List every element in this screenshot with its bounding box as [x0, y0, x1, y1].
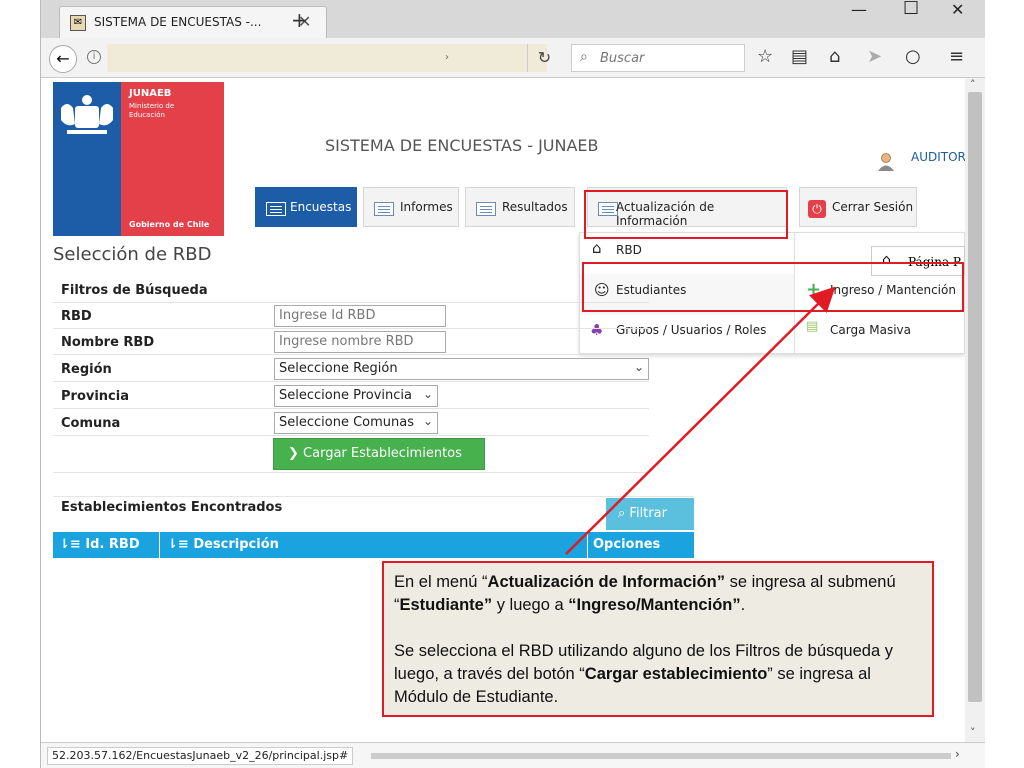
- callout-paragraph-2: Se selecciona el RBD utilizando alguno d…: [394, 642, 893, 706]
- col-id-rbd[interactable]: ⇂≡ Id. RBD: [59, 537, 140, 552]
- nombre-row: Nombre RBD Ingrese nombre RBD: [53, 329, 649, 355]
- user-icon: [878, 153, 894, 171]
- filtrar-button[interactable]: ⌕ Filtrar: [606, 498, 694, 530]
- search-input[interactable]: ⌕ Buscar: [571, 44, 745, 72]
- send-icon[interactable]: ➤: [867, 46, 882, 67]
- status-bar: 52.203.57.162/EncuestasJunaeb_v2_26/prin…: [41, 742, 985, 768]
- menu-list-icon: [374, 202, 394, 216]
- menu-icon[interactable]: ≡: [949, 46, 964, 67]
- chevron-down-icon: ⌄: [422, 387, 433, 401]
- logo-org: JUNAEB: [129, 88, 172, 99]
- tab-bar: ✉ SISTEMA DE ENCUESTAS -... ✕ + — ☐ ✕: [41, 0, 985, 38]
- instruction-callout: En el menú “Actualización de Información…: [382, 561, 934, 717]
- region-value: Seleccione Región: [279, 361, 398, 376]
- cargar-establecimientos-button[interactable]: ❯ Cargar Establecimientos: [273, 438, 485, 470]
- new-tab-icon[interactable]: +: [291, 8, 308, 32]
- browser-tab[interactable]: ✉ SISTEMA DE ENCUESTAS -... ✕: [59, 6, 327, 38]
- power-icon: ⏻: [808, 200, 826, 218]
- logo-ministry: Ministerio de Educación: [129, 102, 175, 119]
- filters-header-row: Filtros de Búsqueda: [53, 277, 649, 303]
- close-window-icon[interactable]: ✕: [951, 0, 964, 19]
- highlight-actualizacion: [584, 190, 788, 239]
- logo-red-panel: JUNAEB Ministerio de Educación Gobierno …: [121, 82, 224, 236]
- menu-resultados-label: Resultados: [502, 200, 568, 214]
- horizontal-scrollbar[interactable]: [371, 753, 951, 759]
- callout-paragraph-1: En el menú “Actualización de Información…: [394, 573, 896, 614]
- filters-header: Filtros de Búsqueda: [61, 283, 208, 298]
- page-title: Selección de RBD: [53, 244, 212, 265]
- spacer-row: [53, 471, 694, 497]
- chevron-down-icon: ⌄: [422, 414, 433, 428]
- minimize-icon[interactable]: —: [851, 0, 867, 19]
- tab-title: SISTEMA DE ENCUESTAS -...: [94, 15, 262, 29]
- menu-list-icon: [266, 202, 286, 216]
- upload-icon: ▤: [806, 319, 819, 334]
- nombre-input[interactable]: Ingrese nombre RBD: [274, 331, 446, 353]
- menu-encuestas-button[interactable]: Encuestas: [255, 187, 357, 227]
- nombre-label: Nombre RBD: [61, 335, 155, 350]
- region-label: Región: [61, 362, 112, 377]
- scroll-up-icon[interactable]: ˄: [970, 78, 976, 91]
- provincia-value: Seleccione Provincia: [279, 388, 412, 403]
- col-descripcion[interactable]: ⇂≡ Descripción: [167, 537, 279, 552]
- maximize-icon[interactable]: ☐: [903, 0, 919, 19]
- cargar-label: ❯ Cargar Establecimientos: [288, 446, 462, 461]
- menu-list-icon: [476, 202, 496, 216]
- provincia-row: Provincia Seleccione Provincia ⌄: [53, 383, 649, 409]
- home-icon[interactable]: ⌂: [829, 46, 840, 67]
- user-name[interactable]: AUDITOR: [911, 150, 965, 164]
- url-tail-icon: ›: [445, 52, 449, 63]
- reading-list-icon[interactable]: ▤: [791, 46, 808, 67]
- col-opciones: Opciones: [593, 537, 661, 552]
- rbd-label: RBD: [61, 309, 92, 324]
- vertical-scrollbar[interactable]: ˄ ˅: [965, 78, 985, 742]
- search-icon: ⌕: [580, 49, 588, 65]
- logo-government: Gobierno de Chile: [129, 220, 210, 229]
- results-title: Establecimientos Encontrados: [61, 500, 283, 515]
- logo-blue-panel: [53, 82, 121, 236]
- menu-cerrar-sesion-button[interactable]: ⏻ Cerrar Sesión: [799, 187, 917, 227]
- info-icon[interactable]: i: [87, 50, 101, 64]
- search-placeholder: Buscar: [600, 51, 645, 66]
- site-title: SISTEMA DE ENCUESTAS - JUNAEB: [325, 136, 599, 155]
- comuna-value: Seleccione Comunas: [279, 415, 415, 430]
- dropdown-carga[interactable]: Carga Masiva: [830, 323, 911, 337]
- col-separator: [587, 532, 588, 558]
- comuna-row: Comuna Seleccione Comunas ⌄: [53, 410, 649, 436]
- scroll-right-icon[interactable]: ›: [955, 747, 960, 761]
- filtrar-label: ⌕ Filtrar: [618, 506, 667, 521]
- menu-cerrar-label: Cerrar Sesión: [832, 200, 914, 214]
- col-separator: [159, 532, 160, 558]
- favicon-icon: ✉: [70, 15, 86, 31]
- comuna-label: Comuna: [61, 416, 121, 431]
- chat-icon[interactable]: ○: [905, 46, 921, 67]
- bookmark-star-icon[interactable]: ☆: [757, 46, 773, 67]
- home-icon: ⌂: [592, 239, 602, 257]
- menu-informes-label: Informes: [400, 200, 453, 214]
- navigation-bar: ← i › ↻ ⌕ Buscar ☆ ▤ ⌂ ➤ ○ ≡: [41, 38, 985, 78]
- menu-resultados-button[interactable]: Resultados: [465, 187, 575, 227]
- results-table-header: ⇂≡ Id. RBD ⇂≡ Descripción Opciones: [53, 532, 694, 558]
- url-bar[interactable]: [107, 44, 547, 72]
- rbd-row: RBD Ingrese Id RBD: [53, 303, 649, 329]
- region-row: Región Seleccione Región ⌄: [53, 356, 649, 382]
- back-icon[interactable]: ←: [49, 45, 77, 73]
- scrollbar-thumb[interactable]: [968, 92, 982, 702]
- highlight-estudiantes-ingreso: [582, 262, 964, 312]
- region-select[interactable]: Seleccione Región ⌄: [274, 358, 649, 380]
- reload-icon[interactable]: ↻: [527, 44, 561, 72]
- menu-encuestas-label: Encuestas: [290, 200, 352, 214]
- comuna-select[interactable]: Seleccione Comunas ⌄: [274, 412, 438, 434]
- menu-informes-button[interactable]: Informes: [363, 187, 459, 227]
- provincia-select[interactable]: Seleccione Provincia ⌄: [274, 385, 438, 407]
- junaeb-logo: JUNAEB Ministerio de Educación Gobierno …: [53, 82, 224, 236]
- dropdown-rbd[interactable]: RBD: [616, 243, 642, 257]
- status-url: 52.203.57.162/EncuestasJunaeb_v2_26/prin…: [47, 747, 354, 765]
- chevron-down-icon: ⌄: [633, 360, 644, 374]
- provincia-label: Provincia: [61, 389, 129, 404]
- rbd-input[interactable]: Ingrese Id RBD: [274, 305, 446, 327]
- scroll-down-icon[interactable]: ˅: [970, 726, 976, 739]
